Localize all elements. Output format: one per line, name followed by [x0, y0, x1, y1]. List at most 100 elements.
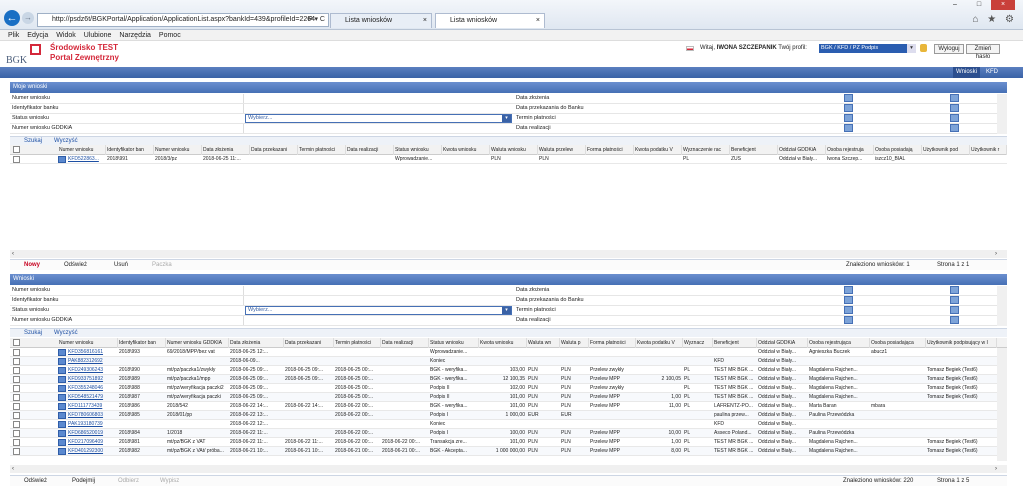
vertical-scrollbar[interactable]	[997, 348, 1007, 461]
column-header[interactable]: Termin płatności	[298, 145, 346, 155]
filter-input-gddkia[interactable]	[243, 316, 512, 325]
row-checkbox[interactable]	[13, 439, 20, 446]
application-link[interactable]: PAK882312692	[67, 357, 118, 366]
calendar-icon[interactable]	[950, 286, 959, 294]
application-link[interactable]: KFD401292300	[67, 447, 118, 456]
calendar-icon[interactable]	[950, 306, 959, 314]
column-header[interactable]: Forma płatności	[589, 338, 636, 348]
column-header[interactable]: Użytkownik r	[970, 145, 1007, 155]
row-checkbox[interactable]	[13, 412, 20, 419]
search-link[interactable]: Szukaj	[24, 329, 42, 338]
table-row[interactable]: KFD217096409 2018\981 mt/pz/BGK z VAT 2018-…	[10, 438, 1007, 447]
column-header[interactable]: Użytkownik pod	[922, 145, 970, 155]
filter-input-bank[interactable]	[243, 296, 512, 305]
calendar-icon[interactable]	[844, 94, 853, 102]
refresh-button[interactable]: Odśwież	[64, 260, 87, 271]
menu-item[interactable]: Edycja	[23, 30, 52, 41]
select-all-checkbox[interactable]	[13, 146, 20, 153]
nav-tab-wnioski[interactable]: Wnioski	[953, 67, 980, 78]
column-header[interactable]: Oddział GDDKiA	[778, 145, 826, 155]
column-header[interactable]: Status wniosku	[394, 145, 442, 155]
table-row[interactable]: KFD522863... 2018\991 2018/3/pz 2018-06-25 …	[10, 155, 1007, 164]
address-tools-icon[interactable]: P ▾ C	[308, 14, 325, 26]
column-header[interactable]: Wyznacz	[683, 338, 713, 348]
table-row[interactable]: PAK193180739 2018-06-22 12:... Koniec KFD Od…	[10, 420, 1007, 429]
menu-item[interactable]: Pomoc	[155, 30, 185, 41]
calendar-icon[interactable]	[844, 104, 853, 112]
application-link[interactable]: KFD780606803	[67, 411, 118, 420]
application-link[interactable]: KFD933751892	[67, 375, 118, 384]
column-header[interactable]: Kwota podatku V	[634, 145, 682, 155]
delete-button[interactable]: Usuń	[114, 260, 128, 271]
application-link[interactable]: KFD686520019	[67, 429, 118, 438]
calendar-icon[interactable]	[950, 94, 959, 102]
tab-close-icon[interactable]: ×	[536, 14, 540, 28]
new-button[interactable]: Nowy	[24, 260, 40, 271]
calendar-icon[interactable]	[950, 114, 959, 122]
application-link[interactable]: KFD548521479	[67, 393, 118, 402]
table-row[interactable]: KFD401292300 2018\982 mt/pz/BGK z VAt/ pró…	[10, 447, 1007, 456]
application-link[interactable]: KFD111773439	[67, 402, 118, 411]
row-checkbox[interactable]	[13, 385, 20, 392]
application-link[interactable]: KFD217096409	[67, 438, 118, 447]
column-header[interactable]: Waluta wniosku	[490, 145, 538, 155]
column-header[interactable]: Waluta wn	[527, 338, 560, 348]
language-flag-icon[interactable]	[686, 46, 694, 51]
column-header[interactable]: Waluta p	[560, 338, 589, 348]
nav-tab-kfd[interactable]: KFD	[982, 67, 1002, 78]
column-header[interactable]: Numer wniosku	[58, 145, 106, 155]
calendar-icon[interactable]	[950, 124, 959, 132]
table-row[interactable]: KFD111773439 2018\986 2018/542 2018-06-22 1…	[10, 402, 1007, 411]
application-link[interactable]: KFD355248046	[67, 384, 118, 393]
forward-button[interactable]: →	[22, 12, 34, 24]
address-bar[interactable]: http://psdz6t/BGKPortal/Application/Appl…	[37, 13, 329, 27]
application-link[interactable]: KFD522863...	[67, 155, 106, 164]
browser-tab[interactable]: Lista wniosków ×	[330, 13, 432, 28]
column-header[interactable]: Identyfikator ban	[118, 338, 166, 348]
column-header[interactable]: Waluta przelew	[538, 145, 586, 155]
column-header[interactable]: Data przekazani	[284, 338, 334, 348]
menu-item[interactable]: Narzędzia	[115, 30, 155, 41]
row-checkbox[interactable]	[13, 430, 20, 437]
horizontal-scrollbar[interactable]: ‹ ›	[10, 465, 1007, 473]
browser-toolbar-icons[interactable]: ⌂ ★ ⚙	[972, 14, 1017, 25]
calendar-icon[interactable]	[950, 316, 959, 324]
refresh-button[interactable]: Odśwież	[24, 476, 47, 487]
column-header[interactable]: Termin płatności	[334, 338, 381, 348]
row-checkbox[interactable]	[13, 448, 20, 455]
table-row[interactable]: PAK882312692 2018-06-09... Koniec KFD Oddzia…	[10, 357, 1007, 366]
status-select[interactable]: Wybierz... ▾	[245, 114, 512, 123]
row-checkbox[interactable]	[13, 367, 20, 374]
column-header[interactable]: Numer wniosku	[58, 338, 118, 348]
column-header[interactable]: Osoba posiadają	[874, 145, 922, 155]
profile-select[interactable]: BGK / KFD / PZ Podpis ▾	[819, 44, 916, 53]
column-header[interactable]: Numer wniosku	[154, 145, 202, 155]
row-checkbox[interactable]	[13, 394, 20, 401]
table-row[interactable]: KFD933751892 2018\989 mt/pz/paczka1/mpp 201…	[10, 375, 1007, 384]
column-header[interactable]: Data złożenia	[229, 338, 284, 348]
table-row[interactable]: KFD548521479 2018\987 mt/pz/weryfikacja pa…	[10, 393, 1007, 402]
calendar-icon[interactable]	[844, 306, 853, 314]
row-checkbox[interactable]	[13, 421, 20, 428]
back-button[interactable]: ←	[4, 10, 20, 26]
application-link[interactable]: KFD249306243	[67, 366, 118, 375]
close-window-icon[interactable]: ×	[991, 0, 1015, 10]
take-button[interactable]: Podejmij	[72, 476, 95, 487]
column-header[interactable]: Użytkownik podpisujący w I	[926, 338, 997, 348]
column-header[interactable]: Numer wniosku GDDKIA	[166, 338, 229, 348]
column-header[interactable]: Data realizacji	[381, 338, 429, 348]
column-header[interactable]: Identyfikator ban	[106, 145, 154, 155]
select-all-checkbox[interactable]	[13, 339, 20, 346]
row-checkbox[interactable]	[13, 403, 20, 410]
column-header[interactable]: Osoba rejestrująca	[808, 338, 870, 348]
row-checkbox[interactable]	[13, 349, 20, 356]
row-checkbox[interactable]	[13, 358, 20, 365]
filter-input-numer[interactable]	[243, 94, 512, 103]
column-header[interactable]: Osoba rejestruja	[826, 145, 874, 155]
scrollbar[interactable]	[997, 286, 1007, 326]
calendar-icon[interactable]	[950, 104, 959, 112]
horizontal-scrollbar[interactable]: ‹ ›	[10, 250, 1007, 258]
column-header[interactable]: Beneficjent	[730, 145, 778, 155]
menu-item[interactable]: Plik	[0, 30, 23, 41]
column-header[interactable]: Beneficjent	[713, 338, 757, 348]
